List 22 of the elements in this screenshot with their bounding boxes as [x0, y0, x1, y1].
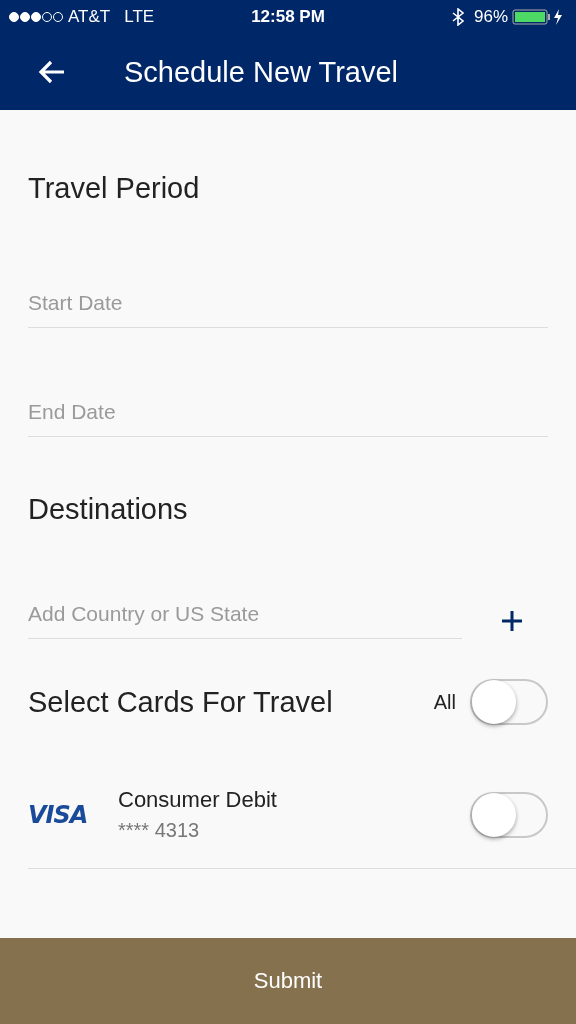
card-brand-logo: VISA	[28, 800, 89, 829]
bluetooth-icon	[452, 8, 464, 26]
toggle-label: All	[433, 690, 456, 714]
toggle-switch[interactable]	[470, 679, 548, 725]
date-field[interactable]: End Date	[28, 400, 548, 437]
battery-percent: 96%	[474, 7, 508, 27]
network-type: LTE	[124, 7, 155, 27]
card-name: Consumer Debit	[118, 787, 278, 813]
destination-field[interactable]: Add Country or US State	[28, 602, 462, 639]
signal-icon	[8, 11, 64, 23]
add-button[interactable]	[500, 608, 524, 633]
status-time: 12:58 PM	[251, 7, 325, 27]
date-field[interactable]: Start Date	[28, 291, 548, 328]
section-heading: Select Cards For Travel	[28, 685, 334, 719]
carrier-name: AT&T	[68, 7, 111, 27]
card-number: **** 4313	[118, 819, 201, 842]
section-heading: Destinations	[28, 493, 189, 526]
back-button[interactable]	[38, 60, 66, 84]
section-heading: Travel Period	[28, 172, 201, 205]
screen-title: Schedule New Travel	[124, 55, 399, 89]
toggle-switch[interactable]	[470, 791, 548, 838]
submit-button[interactable]: Submit	[0, 938, 576, 1024]
